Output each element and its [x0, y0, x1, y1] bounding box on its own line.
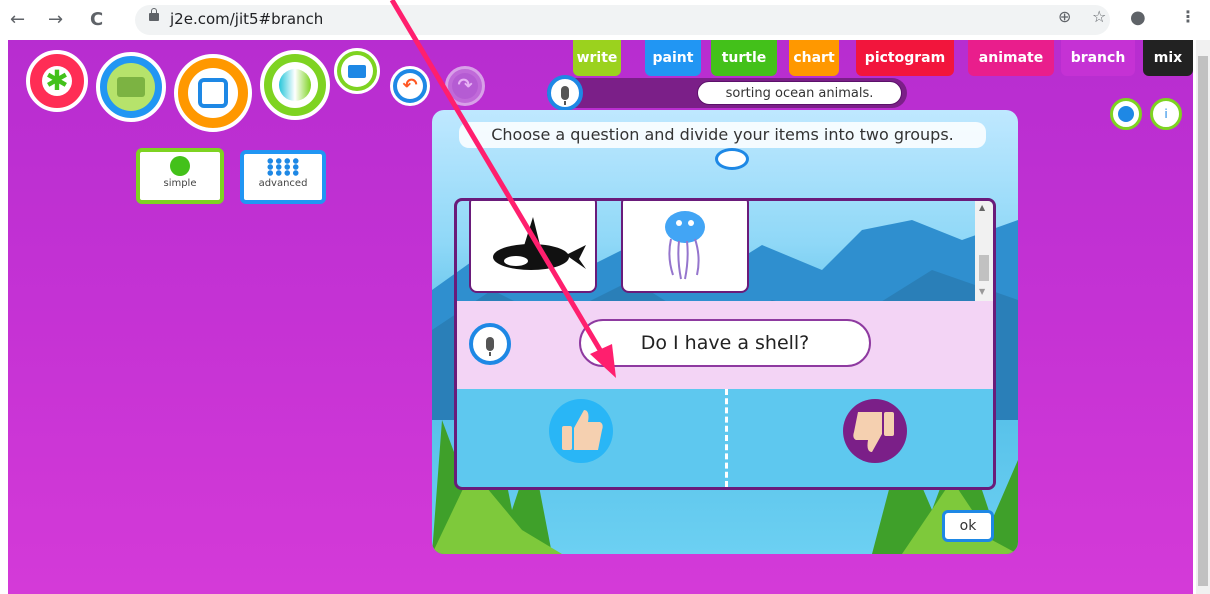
star-icon[interactable]: ☆ — [1092, 7, 1106, 26]
dots-grid-icon — [266, 158, 300, 176]
thumbs-down-icon — [853, 412, 894, 452]
share-button[interactable] — [260, 50, 330, 120]
title-bar: sorting ocean animals. — [547, 75, 907, 111]
menu-icon[interactable]: ⋮ — [1180, 7, 1196, 26]
info-button[interactable]: i — [1150, 98, 1182, 130]
tab-branch[interactable]: branch — [1061, 40, 1135, 76]
page-scrollbar-thumb[interactable] — [1198, 56, 1208, 586]
page-scrollbar[interactable] — [1196, 40, 1210, 594]
tab-animate[interactable]: animate — [968, 40, 1054, 76]
yes-thumbs-up-button[interactable] — [549, 399, 613, 463]
tab-write[interactable]: write — [573, 40, 621, 76]
url-text: j2e.com/jit5#branch — [170, 10, 324, 28]
tab-mix[interactable]: mix — [1143, 40, 1193, 76]
dot-icon — [170, 156, 190, 176]
tab-pictogram[interactable]: pictogram — [856, 40, 954, 76]
speech-bubble-icon — [715, 148, 749, 170]
orca-icon — [493, 217, 586, 270]
jellyfish-icon — [665, 211, 705, 280]
items-area: ▲ ▼ — [457, 201, 993, 301]
dashed-divider — [725, 389, 728, 487]
microphone-icon — [486, 337, 494, 356]
print-button[interactable] — [334, 48, 380, 94]
open-button[interactable] — [96, 52, 166, 122]
microphone-icon — [561, 86, 569, 105]
tab-chart[interactable]: chart — [789, 40, 839, 76]
reload-icon[interactable]: C — [90, 8, 103, 32]
orca-card[interactable] — [469, 201, 597, 293]
branch-frame: ▲ ▼ Do I have a shell? — [454, 198, 996, 490]
zoom-icon[interactable]: ⊕ — [1058, 7, 1071, 26]
items-scrollbar-thumb[interactable] — [979, 255, 989, 281]
scroll-down-icon[interactable]: ▼ — [979, 287, 985, 296]
asterisk-icon: ✱ — [42, 66, 72, 96]
back-icon[interactable]: ← — [10, 8, 25, 32]
redo-button[interactable]: ↷ — [445, 66, 485, 106]
question-row: Do I have a shell? — [457, 301, 993, 389]
info-icon: i — [1164, 107, 1168, 121]
account-icon[interactable]: ● — [1130, 7, 1146, 28]
user-icon — [1118, 106, 1134, 122]
simple-mode-label: simple — [163, 178, 197, 189]
save-button[interactable] — [174, 54, 252, 132]
no-thumbs-down-button[interactable] — [843, 399, 907, 463]
lock-icon — [149, 8, 159, 21]
instruction-text: Choose a question and divide your items … — [459, 122, 986, 148]
undo-icon: ↶ — [397, 73, 423, 99]
items-scrollbar[interactable]: ▲ ▼ — [975, 201, 993, 301]
title-mic-button[interactable] — [547, 75, 583, 111]
question-input[interactable]: Do I have a shell? — [579, 319, 871, 367]
address-bar[interactable]: j2e.com/jit5#branch — [135, 5, 1110, 35]
new-button[interactable]: ✱ — [26, 50, 88, 112]
advanced-mode-button[interactable]: advanced — [240, 150, 326, 204]
jellyfish-card[interactable] — [621, 201, 749, 293]
redo-icon: ↷ — [452, 73, 478, 99]
undo-button[interactable]: ↶ — [390, 66, 430, 106]
title-field[interactable]: sorting ocean animals. — [697, 81, 902, 105]
browser-toolbar: ← → C j2e.com/jit5#branch ⊕ ☆ ● ⋮ — [0, 0, 1210, 40]
folder-icon — [107, 63, 155, 111]
question-mic-button[interactable] — [469, 323, 511, 365]
scroll-up-icon[interactable]: ▲ — [979, 203, 985, 212]
branch-panel: Choose a question and divide your items … — [432, 110, 1018, 554]
answers-area — [457, 389, 993, 487]
globe-icon — [272, 62, 318, 108]
tab-paint[interactable]: paint — [645, 40, 701, 76]
ok-button[interactable]: ok — [942, 510, 994, 542]
forward-icon[interactable]: → — [48, 8, 63, 32]
tab-turtle[interactable]: turtle — [711, 40, 777, 76]
floppy-disk-icon — [188, 68, 238, 118]
thumbs-up-icon — [562, 410, 603, 450]
printer-icon — [341, 55, 373, 87]
simple-mode-button[interactable]: simple — [136, 148, 224, 204]
user-button[interactable] — [1110, 98, 1142, 130]
advanced-mode-label: advanced — [258, 178, 308, 189]
